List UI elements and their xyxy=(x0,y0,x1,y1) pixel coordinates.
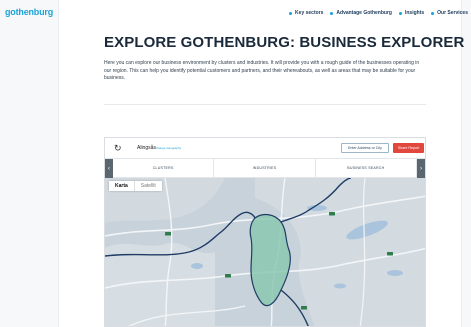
share-report-button[interactable]: Share Report xyxy=(393,143,424,153)
location-name: Alingsås xyxy=(137,145,156,151)
divider xyxy=(104,104,426,105)
enter-address-button[interactable]: Enter Address or City xyxy=(341,143,389,153)
bullet-icon xyxy=(398,11,402,15)
bullet-icon xyxy=(330,11,334,15)
nav-item-services[interactable]: Our Services xyxy=(431,10,468,16)
refresh-icon[interactable]: ↻ xyxy=(114,143,122,154)
logo[interactable]: gothenburg xyxy=(5,7,53,17)
chevron-left-icon[interactable]: ‹ xyxy=(105,159,113,178)
tab-bar: ‹ CLUSTERS INDUSTRIES BUSINESS SEARCH › xyxy=(105,159,425,178)
map-type-satellit[interactable]: Satellit xyxy=(133,181,162,191)
change-geography-link[interactable]: Change Geography xyxy=(155,146,181,150)
nav-label: Advantage Gothenburg xyxy=(336,10,392,16)
nav-item-advantage[interactable]: Advantage Gothenburg xyxy=(330,10,392,16)
page-title: EXPLORE GOTHENBURG: BUSINESS EXPLORER xyxy=(104,34,465,51)
bullet-icon xyxy=(289,11,293,15)
business-explorer-widget: ↻ Alingsås Change Geography Enter Addres… xyxy=(104,137,426,327)
tab-industries[interactable]: INDUSTRIES xyxy=(214,159,316,177)
map-canvas xyxy=(105,178,425,326)
tab-clusters[interactable]: CLUSTERS xyxy=(113,159,215,177)
intro-text: Here you can explore our business enviro… xyxy=(104,60,420,82)
nav-label: Key sectors xyxy=(295,10,324,16)
map-type-karta[interactable]: Karta xyxy=(109,181,134,191)
widget-toolbar: ↻ Alingsås Change Geography Enter Addres… xyxy=(105,138,425,159)
map-type-toggle: Karta Satellit xyxy=(109,181,162,191)
tab-business-search[interactable]: BUSINESS SEARCH xyxy=(316,159,417,177)
nav-label: Our Services xyxy=(437,10,468,16)
map-view[interactable]: Karta Satellit xyxy=(105,178,425,326)
nav-item-key-sectors[interactable]: Key sectors xyxy=(289,10,323,16)
nav-item-insights[interactable]: Insights xyxy=(398,10,425,16)
top-nav: Key sectors Advantage Gothenburg Insight… xyxy=(289,10,468,16)
nav-label: Insights xyxy=(404,10,425,16)
chevron-right-icon[interactable]: › xyxy=(416,159,425,178)
bullet-icon xyxy=(431,11,435,15)
